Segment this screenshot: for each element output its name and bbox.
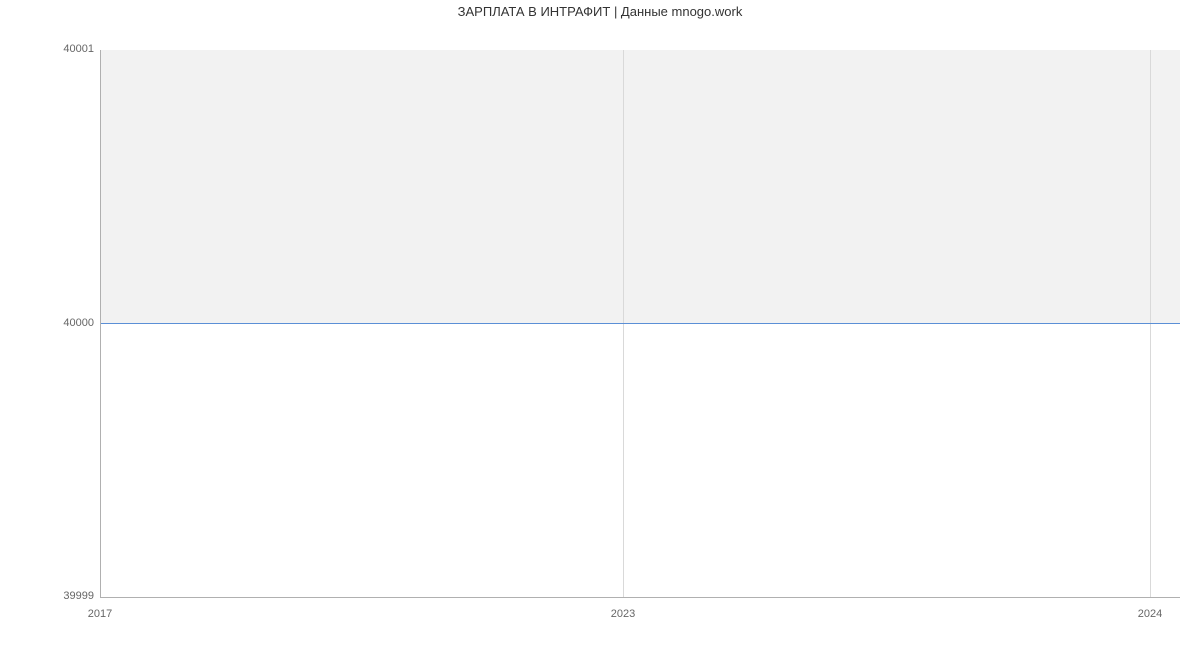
x-tick-label: 2023: [611, 608, 635, 620]
y-tick-label: 39999: [4, 590, 94, 602]
chart-title: ЗАРПЛАТА В ИНТРАФИТ | Данные mnogo.work: [0, 4, 1200, 19]
y-tick-label: 40001: [4, 43, 94, 55]
x-tick-label: 2017: [88, 608, 112, 620]
y-tick-label: 40000: [4, 317, 94, 329]
chart-container: ЗАРПЛАТА В ИНТРАФИТ | Данные mnogo.work …: [0, 0, 1200, 650]
x-tick-label: 2024: [1138, 608, 1162, 620]
plot-area: [100, 50, 1180, 598]
